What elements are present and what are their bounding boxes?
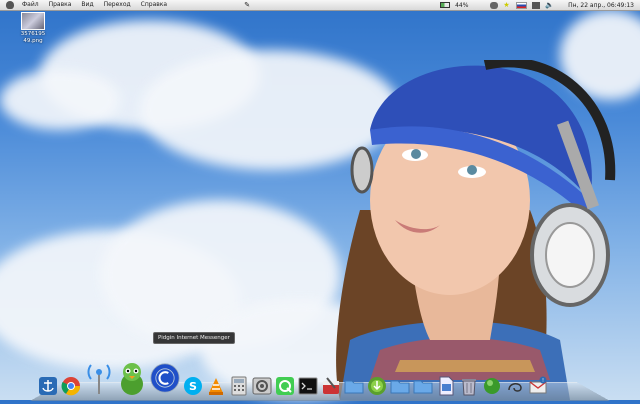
tools-icon[interactable] [321, 376, 341, 396]
skype-icon[interactable]: S [183, 376, 203, 396]
folder-icon[interactable] [344, 376, 364, 396]
menu-help[interactable]: Справка [141, 0, 167, 10]
terminal-icon[interactable] [298, 376, 318, 396]
folder-icon[interactable] [390, 376, 410, 396]
star-icon[interactable]: ★ [503, 1, 511, 9]
green-ball-icon[interactable] [482, 376, 502, 396]
clock[interactable]: Пн, 22 апр., 06:49:13 [568, 2, 634, 9]
dock-tooltip: Pidgin Internet Messenger [153, 332, 235, 344]
qt-icon[interactable] [275, 376, 295, 396]
pen-icon[interactable]: ✎ [244, 1, 250, 9]
chrome-icon[interactable] [61, 376, 81, 396]
settings-icon[interactable] [252, 376, 272, 396]
cloud-sync-icon[interactable] [490, 1, 499, 9]
menu-view[interactable]: Вид [81, 0, 93, 10]
menu-edit[interactable]: Правка [49, 0, 72, 10]
svg-text:S: S [189, 380, 197, 393]
battery-percent: 44% [455, 1, 469, 9]
vlc-icon[interactable] [206, 376, 226, 396]
file-icon[interactable] [436, 376, 456, 396]
system-tray: ✎ 44% ★ 🔈 Пн, 22 апр., 06:49:13 [244, 0, 634, 10]
swirl-icon[interactable] [505, 376, 525, 396]
calculator-icon[interactable] [229, 376, 249, 396]
mail-icon[interactable]: ! [528, 376, 548, 396]
folder-icon[interactable] [413, 376, 433, 396]
desktop-file-icon[interactable]: 3576195 49.png [18, 12, 48, 44]
anchor-icon[interactable] [38, 376, 58, 396]
wallpaper-figure [300, 57, 640, 400]
desktop-file-label-1: 3576195 [20, 31, 46, 37]
network-icon[interactable] [532, 1, 541, 9]
torrent-icon[interactable] [367, 376, 387, 396]
volume-icon[interactable]: 🔈 [545, 1, 554, 9]
globe-icon[interactable] [150, 360, 180, 396]
battery-icon[interactable] [440, 2, 451, 8]
trash-icon[interactable] [459, 376, 479, 396]
pidgin-icon[interactable] [117, 360, 147, 396]
image-thumbnail-icon [21, 12, 45, 30]
apple-menu-icon[interactable] [6, 1, 14, 9]
russian-flag-icon[interactable] [516, 1, 528, 9]
dock: S ! [38, 350, 548, 396]
cloud [0, 70, 120, 130]
antenna-icon[interactable] [84, 360, 114, 396]
desktop-file-label-2: 49.png [23, 38, 43, 44]
svg-text:!: ! [542, 378, 544, 384]
top-menubar: Файл Правка Вид Переход Справка ✎ 44% ★ … [0, 0, 640, 11]
menu-file[interactable]: Файл [22, 0, 39, 10]
menu-go[interactable]: Переход [104, 0, 131, 10]
